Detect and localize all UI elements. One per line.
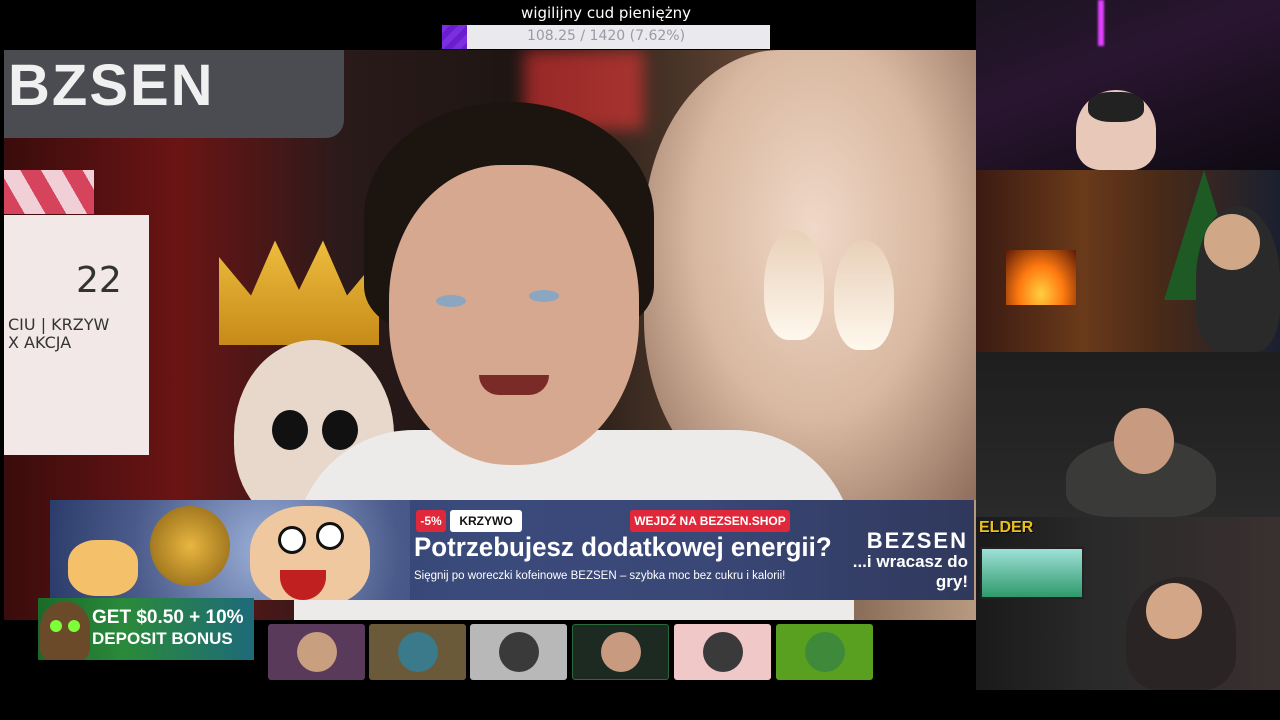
cam-4-label: ELDER <box>979 519 1034 536</box>
ad-cta-button[interactable]: WEJDŹ NA BEZSEN.SHOP <box>630 510 790 532</box>
bonus-character-eye <box>50 620 62 632</box>
ad-character-eye <box>316 522 344 550</box>
goal-progress-text: 108.25 / 1420 (7.62%) <box>526 28 686 44</box>
bonus-character <box>40 602 90 660</box>
streamer-face <box>389 165 639 465</box>
side-camera-3[interactable] <box>976 352 1280 517</box>
side-camera-2[interactable] <box>976 170 1280 352</box>
avatar-face <box>296 632 337 672</box>
tassel <box>764 230 824 340</box>
skull-eye <box>272 410 308 450</box>
ad-hand-illustration <box>68 540 138 596</box>
ad-discount-badge: -5% <box>416 510 446 532</box>
viewer-avatar-row <box>168 624 876 682</box>
avatar-face <box>804 632 845 672</box>
streamer-eye <box>436 295 466 307</box>
background-sign: BZSEN <box>4 50 344 138</box>
ad-code-badge: KRZYWO <box>450 510 522 532</box>
avatar-face <box>702 632 743 672</box>
aquarium <box>980 547 1084 599</box>
ad-brand-tagline: ...i wracasz do gry! <box>852 552 968 591</box>
background-sign-text: BZSEN <box>8 53 215 118</box>
clapperboard-number: 22 <box>76 260 122 301</box>
side-camera-1[interactable] <box>976 0 1280 170</box>
clapperboard-text-1: CIU | KRZYW <box>8 315 110 334</box>
crown-figure <box>219 240 379 345</box>
clapperboard-stripes <box>4 170 94 214</box>
side-camera-4[interactable]: ELDER <box>976 517 1280 690</box>
headset-icon <box>1088 92 1144 122</box>
cam-person-face <box>1146 583 1202 639</box>
skull-eye <box>322 410 358 450</box>
goal-progress-bar: 108.25 / 1420 (7.62%) <box>442 25 770 49</box>
streamer-eye <box>529 290 559 302</box>
viewer-avatar[interactable] <box>776 624 873 680</box>
ad-character-eye <box>278 526 306 554</box>
viewer-avatar[interactable] <box>674 624 771 680</box>
ad-subline: Sięgnij po woreczki kofeinowe BEZSEN – s… <box>414 570 786 582</box>
ad-headline: Potrzebujesz dodatkowej energii? <box>414 532 832 562</box>
clapperboard-text-2: X AKCJA <box>8 333 72 352</box>
fireplace <box>1006 250 1076 305</box>
ad-brand-name: BEZSEN <box>866 528 968 553</box>
ad-coin-illustration <box>150 506 230 586</box>
sponsor-ad-banner[interactable]: -5% KRZYWO WEJDŹ NA BEZSEN.SHOP Potrzebu… <box>50 500 974 600</box>
viewer-avatar[interactable] <box>369 624 466 680</box>
viewer-avatar[interactable] <box>470 624 567 680</box>
bonus-character-eye <box>68 620 80 632</box>
cam-person-face <box>1204 214 1260 270</box>
neon-light <box>1098 0 1104 46</box>
cam-person-face <box>1114 408 1174 474</box>
avatar-face <box>498 632 539 672</box>
viewer-avatar[interactable] <box>268 624 365 680</box>
avatar-face <box>600 632 641 672</box>
goal-title: wigilijny cud pieniężny <box>521 4 691 22</box>
avatar-face <box>397 632 438 672</box>
viewer-avatar[interactable] <box>572 624 669 680</box>
tassel <box>834 240 894 350</box>
streamer-mouth <box>479 375 549 395</box>
donation-goal: wigilijny cud pieniężny 108.25 / 1420 (7… <box>442 2 770 49</box>
